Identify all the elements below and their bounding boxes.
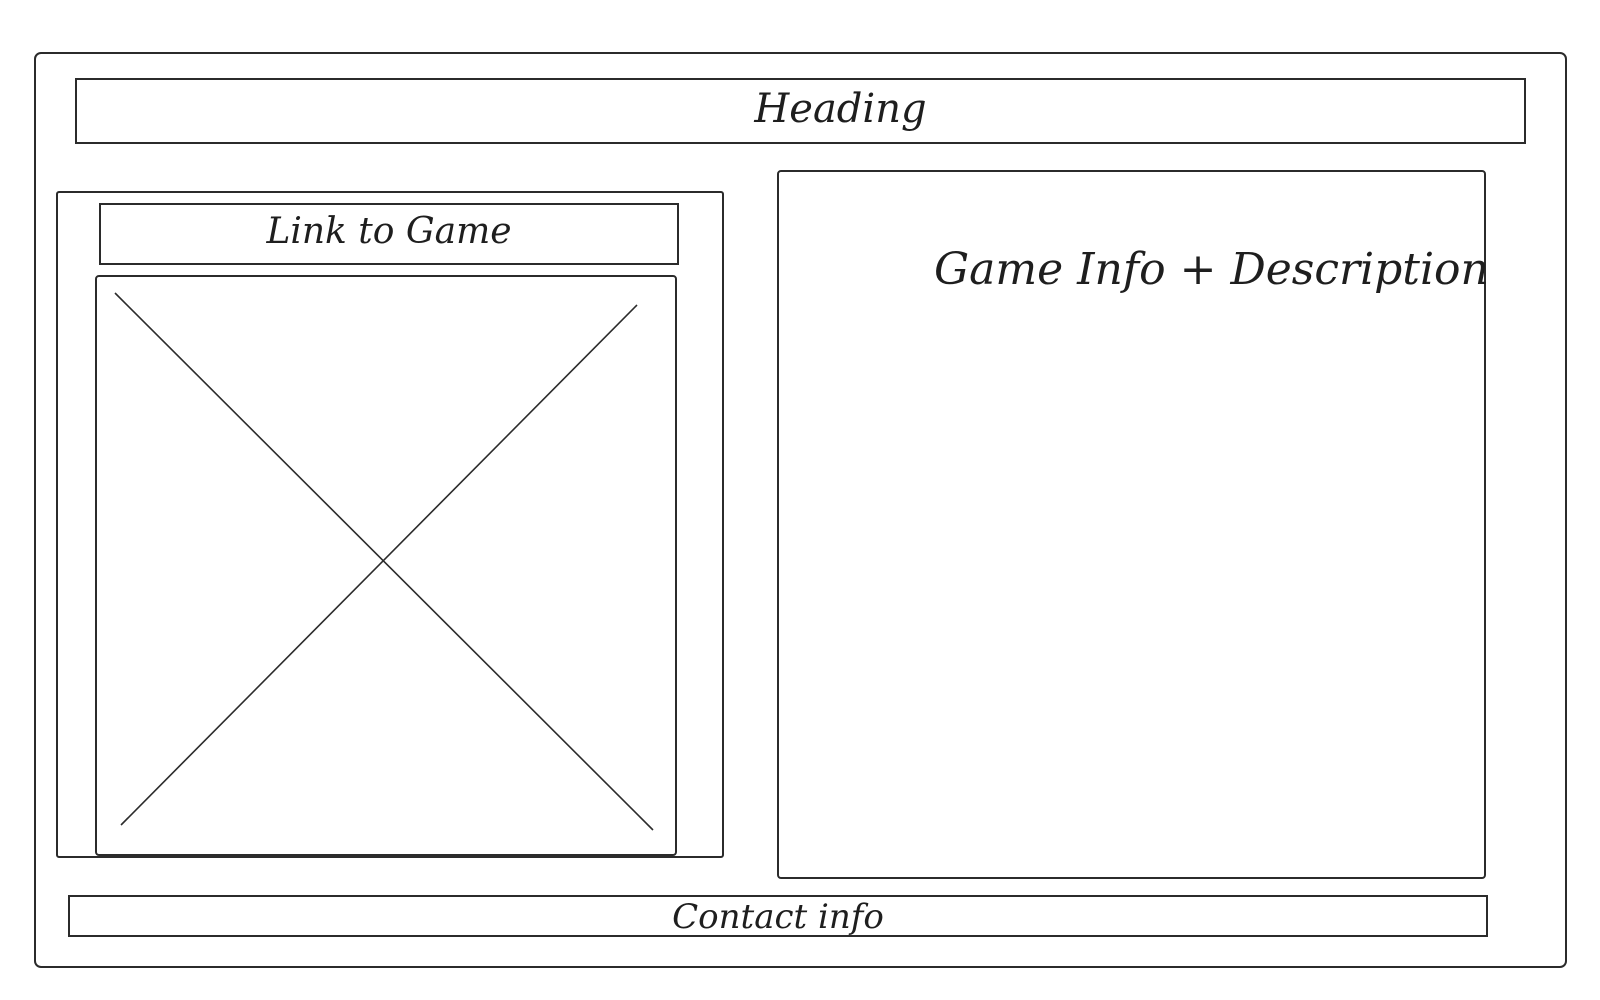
- game-link[interactable]: Link to Game: [99, 203, 679, 265]
- heading-bar: Heading: [75, 78, 1526, 144]
- game-info-panel: Game Info + Description: [777, 170, 1489, 879]
- image-placeholder-cross-icon: [114, 292, 654, 831]
- game-info-title: Game Info + Description: [934, 244, 1489, 295]
- page-heading: Heading: [754, 86, 927, 132]
- contact-info-label: Contact info: [672, 897, 884, 937]
- game-link-label: Link to Game: [266, 211, 512, 252]
- game-image-placeholder: [95, 275, 677, 856]
- contact-bar: Contact info: [68, 895, 1488, 937]
